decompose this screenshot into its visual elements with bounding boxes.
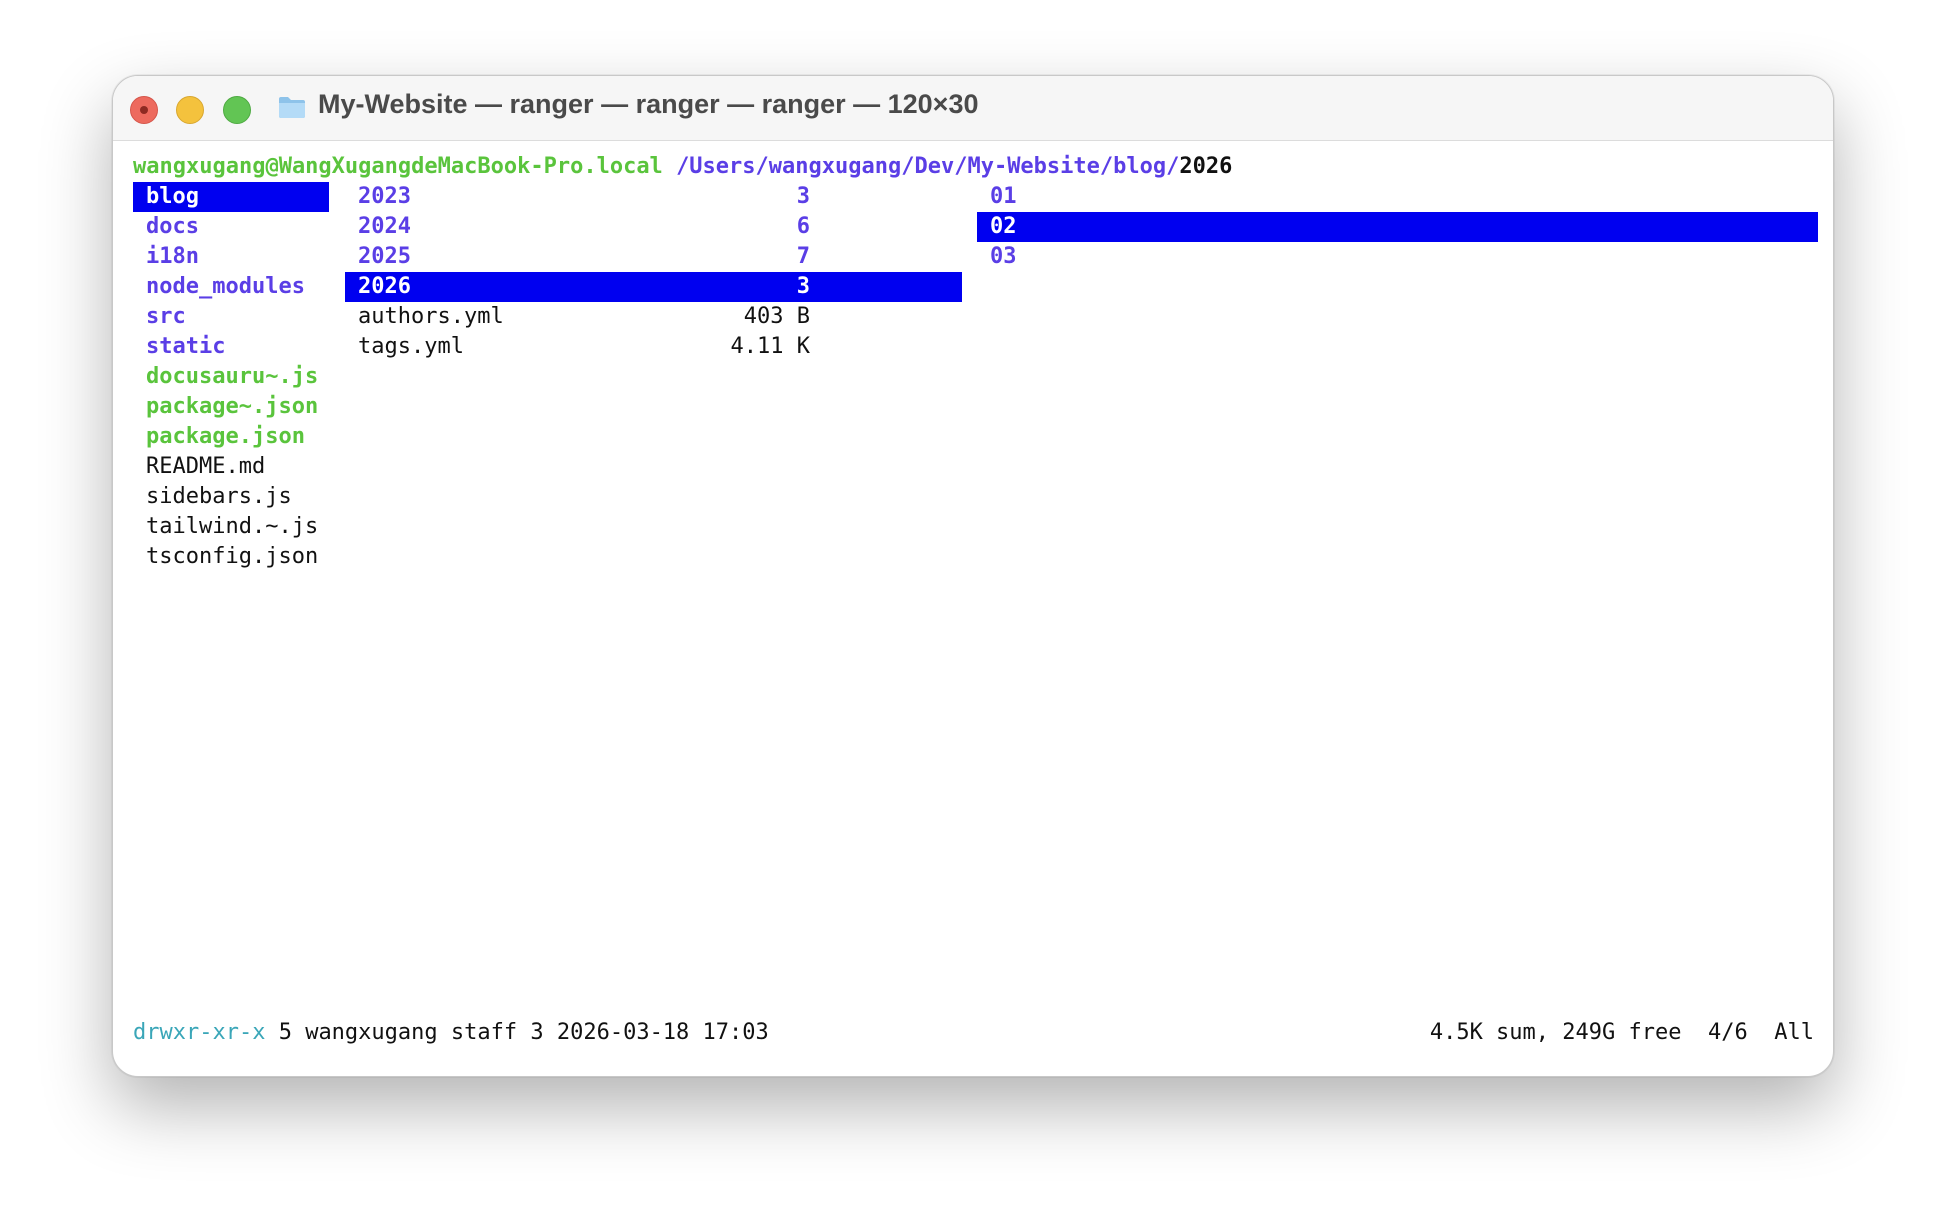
permissions: drwxr-xr-x: [133, 1020, 266, 1045]
position-indicator: 4/6: [1708, 1020, 1748, 1045]
list-item[interactable]: 01: [990, 182, 1017, 212]
list-item[interactable]: tsconfig.json: [146, 542, 318, 572]
user-host: wangxugang@WangXugangdeMacBook-Pro.local: [133, 154, 663, 179]
close-button[interactable]: [130, 96, 158, 124]
terminal-window: My-Website — ranger — ranger — ranger — …: [112, 75, 1834, 1077]
list-item[interactable]: 03: [990, 242, 1017, 272]
disk-summary: 4.5K sum, 249G free: [1429, 1020, 1682, 1045]
path-line: wangxugang@WangXugangdeMacBook-Pro.local…: [133, 152, 1232, 182]
list-item-info: 4.11 K: [730, 334, 810, 359]
status-bar-right: 4.5K sum, 249G free 4/6 All: [1430, 1018, 1814, 1048]
list-item[interactable]: sidebars.js: [146, 482, 292, 512]
list-item-selected[interactable]: 2026 3: [345, 272, 962, 302]
terminal-content[interactable]: wangxugang@WangXugangdeMacBook-Pro.local…: [113, 140, 1833, 1076]
list-item[interactable]: docs: [146, 212, 199, 242]
list-item-selected[interactable]: 02: [977, 212, 1818, 242]
list-item[interactable]: docusauru~.js: [146, 362, 318, 392]
list-item-info: 3: [796, 184, 810, 209]
scroll-indicator: All: [1774, 1020, 1814, 1045]
list-item[interactable]: 2023: [358, 182, 411, 212]
list-item[interactable]: 2025: [358, 242, 411, 272]
list-item[interactable]: tailwind.~.js: [146, 512, 318, 542]
folder-icon: [279, 97, 305, 118]
list-item-info: 7: [796, 244, 810, 269]
list-item-info: 6: [796, 214, 810, 239]
file-details: 5 wangxugang staff 3 2026-03-18 17:03: [278, 1020, 769, 1045]
list-item-selected[interactable]: blog: [133, 182, 329, 212]
title-bar[interactable]: My-Website — ranger — ranger — ranger — …: [113, 76, 1833, 141]
list-item[interactable]: src: [146, 302, 186, 332]
list-item[interactable]: static: [146, 332, 225, 362]
window-title: My-Website — ranger — ranger — ranger — …: [318, 89, 979, 119]
current-path: /Users/wangxugang/Dev/My-Website/blog/: [676, 154, 1180, 179]
list-item[interactable]: README.md: [146, 452, 265, 482]
current-entry: 2026: [1179, 154, 1233, 179]
list-item[interactable]: 2024: [358, 212, 411, 242]
list-item[interactable]: package.json: [146, 422, 305, 452]
zoom-button[interactable]: [223, 96, 251, 124]
list-item[interactable]: authors.yml: [358, 302, 504, 332]
list-item[interactable]: i18n: [146, 242, 199, 272]
list-item[interactable]: node_modules: [146, 272, 305, 302]
list-item[interactable]: tags.yml: [358, 332, 464, 362]
minimize-button[interactable]: [176, 96, 204, 124]
status-bar-left: drwxr-xr-x 5 wangxugang staff 3 2026-03-…: [133, 1018, 769, 1048]
list-item-info: 403 B: [743, 304, 810, 329]
list-item[interactable]: package~.json: [146, 392, 318, 422]
